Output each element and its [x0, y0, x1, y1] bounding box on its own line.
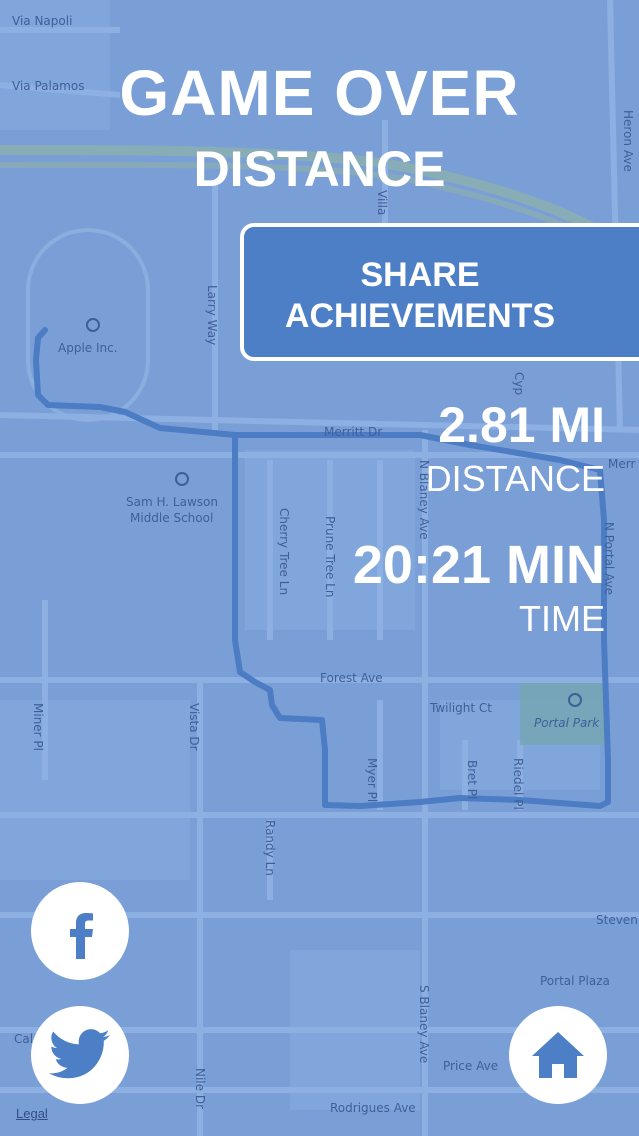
legal-link[interactable]: Legal	[16, 1106, 48, 1121]
map-label: Merritt Dr	[324, 425, 382, 439]
map-label: Steven	[596, 913, 638, 927]
map-label: Larry Way	[205, 285, 219, 345]
map-label: Nile Dr	[193, 1068, 207, 1109]
distance-label: DISTANCE	[425, 458, 605, 499]
map-label: Portal Park	[534, 716, 600, 730]
map-label: Cyp	[512, 372, 526, 395]
map-label: Portal Plaza	[540, 974, 610, 988]
map-label: Myer Pl	[365, 758, 379, 802]
map-label: Forest Ave	[320, 671, 383, 685]
share-achievements-button[interactable]: SHARE ACHIEVEMENTS	[240, 223, 639, 361]
game-mode-label: DISTANCE	[193, 141, 446, 197]
twitter-share-button[interactable]	[31, 1006, 129, 1104]
map-label: Prune Tree Ln	[323, 516, 337, 597]
map-label: Sam H. Lawson	[126, 495, 218, 509]
game-over-title: GAME OVER	[119, 57, 520, 129]
map-label: Randy Ln	[263, 820, 277, 876]
share-label-line2: ACHIEVEMENTS	[284, 297, 556, 335]
time-value: 20:21 MIN	[352, 535, 605, 595]
map-label: Via Napoli	[12, 14, 72, 28]
map-label: Apple Inc.	[58, 341, 118, 355]
facebook-icon	[70, 913, 93, 959]
twitter-icon	[49, 1029, 110, 1079]
distance-value: 2.81 MI	[438, 397, 605, 453]
map-label: Bret Pl	[465, 760, 479, 799]
map-label: Miner Pl	[31, 703, 45, 751]
map-label: Twilight Ct	[429, 701, 492, 715]
map-label: Cal	[14, 1032, 33, 1046]
map-label: S Blaney Ave	[417, 985, 431, 1063]
facebook-share-button[interactable]	[31, 882, 129, 980]
map-label: Price Ave	[443, 1059, 498, 1073]
map-label: Rodrigues Ave	[330, 1101, 416, 1115]
map-label: Cherry Tree Ln	[277, 508, 291, 595]
map-label: Middle School	[130, 511, 213, 525]
share-label-line1: SHARE	[360, 256, 480, 294]
home-button[interactable]	[509, 1006, 607, 1104]
map-label: Riedel Pl	[511, 758, 525, 810]
map-label: Vista Dr	[187, 703, 201, 751]
time-label: TIME	[519, 598, 605, 639]
map-label: Merr	[608, 457, 635, 471]
home-icon	[532, 1032, 584, 1078]
